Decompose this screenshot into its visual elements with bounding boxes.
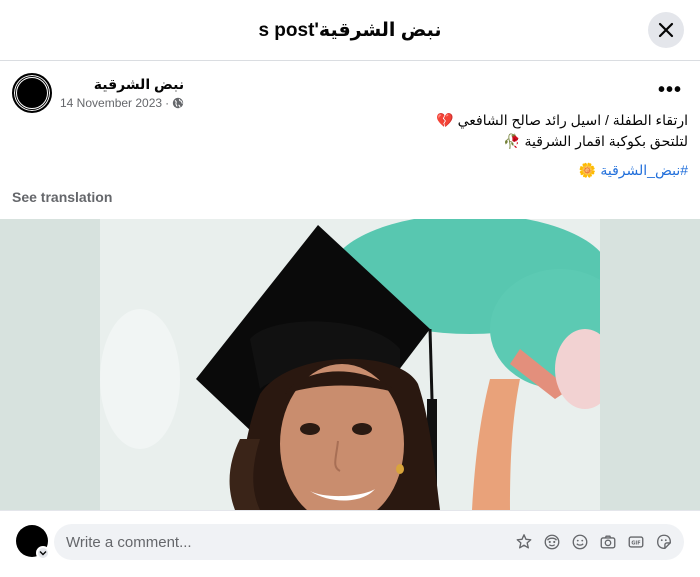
author-avatar[interactable] — [12, 73, 52, 113]
dialog-title: نبض الشرقية's post — [258, 19, 442, 41]
camera-icon[interactable] — [598, 532, 618, 552]
post-text-line2: لتلتحق بكوكبة اقمار الشرقية — [524, 133, 688, 149]
blossom-emoji: 🌼 — [578, 162, 597, 178]
hashtag-line: #نبض_الشرقية 🌼 — [28, 160, 688, 181]
gif-icon[interactable]: GIF — [626, 532, 646, 552]
smiley-sticker-icon[interactable] — [654, 532, 674, 552]
meta-separator: · — [165, 96, 170, 110]
post-meta: 14 November 2023 · — [60, 95, 184, 111]
sticker-icon[interactable] — [514, 532, 534, 552]
photo-illustration — [100, 219, 600, 510]
hashtag-link[interactable]: #نبض_الشرقية — [600, 160, 688, 181]
author-name[interactable]: نبض الشرقية — [60, 75, 184, 93]
post-dialog: نبض الشرقية's post نبض الشرقية 14 Novemb… — [0, 0, 700, 577]
photo-image — [100, 219, 600, 510]
comment-composer: GIF — [0, 510, 700, 577]
post-header: نبض الشرقية 14 November 2023 · — [12, 72, 184, 114]
dialog-header: نبض الشرقية's post — [0, 0, 700, 61]
see-translation-link[interactable]: See translation — [12, 189, 112, 205]
post-text-line: لتلتحق بكوكبة اقمار الشرقية 🥀 — [28, 131, 688, 152]
comment-input[interactable] — [54, 533, 514, 551]
broken-heart-emoji: 💔 — [436, 112, 454, 128]
emoji-icon[interactable] — [570, 532, 590, 552]
post-text: ارتقاء الطفلة / اسيل رائد صالح الشافعي 💔… — [28, 110, 688, 181]
comment-box[interactable]: GIF — [54, 524, 684, 560]
comment-tools: GIF — [514, 532, 684, 552]
close-icon — [658, 22, 674, 38]
post-text-line: ارتقاء الطفلة / اسيل رائد صالح الشافعي 💔 — [28, 110, 688, 131]
more-options-button[interactable]: ••• — [658, 78, 682, 102]
avatar-sticker-icon[interactable] — [542, 532, 562, 552]
post-text-line1: ارتقاء الطفلة / اسيل رائد صالح الشافعي — [457, 112, 688, 128]
globe-icon[interactable] — [172, 97, 184, 109]
wilted-rose-emoji: 🥀 — [503, 133, 521, 149]
close-button[interactable] — [648, 12, 684, 48]
svg-text:GIF: GIF — [631, 540, 640, 546]
post-photo[interactable] — [0, 219, 700, 510]
author-block: نبض الشرقية 14 November 2023 · — [60, 75, 184, 111]
post-date[interactable]: 14 November 2023 — [60, 95, 162, 111]
chevron-down-icon[interactable] — [36, 546, 50, 560]
